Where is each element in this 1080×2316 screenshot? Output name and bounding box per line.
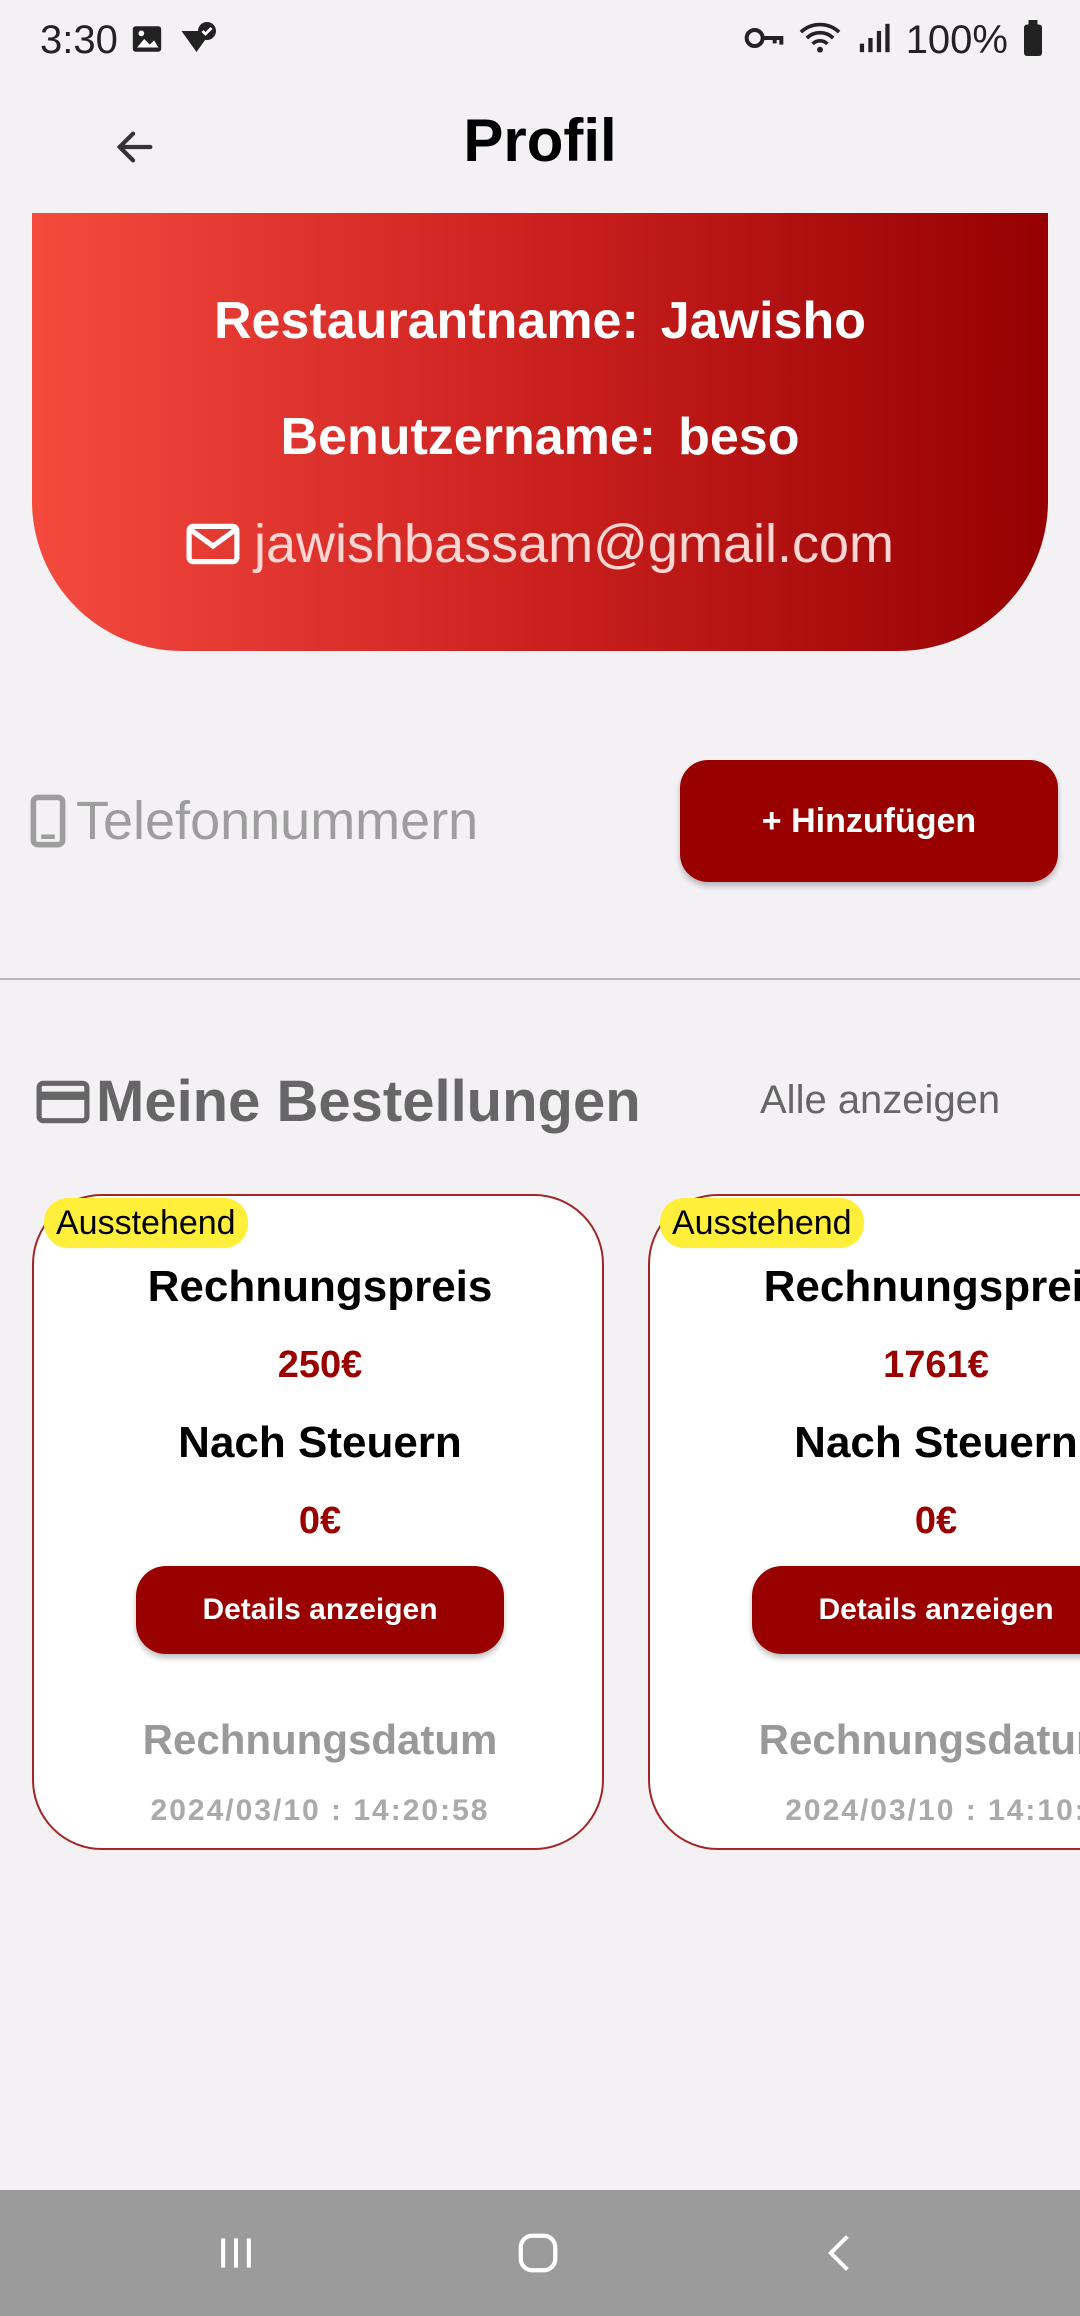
battery-percent: 100% xyxy=(905,18,1008,62)
details-button[interactable]: Details anzeigen xyxy=(752,1566,1080,1654)
system-back-button[interactable] xyxy=(790,2218,890,2288)
signal-icon xyxy=(856,21,892,60)
status-right-icons: 100% xyxy=(744,18,1044,63)
username-value: beso xyxy=(678,408,800,466)
recent-apps-button[interactable] xyxy=(186,2218,286,2288)
date-value: 2024/03/10 : 14:20:58 xyxy=(150,1794,490,1827)
phone-label-wrap: Telefonnummern xyxy=(30,790,478,852)
battery-icon xyxy=(1022,20,1044,61)
price-label: Rechnungspreis xyxy=(763,1262,1080,1311)
date-label: Rechnungsdatum xyxy=(142,1716,498,1763)
restaurant-row: Restaurantname: Jawisho xyxy=(32,291,1048,351)
username-row: Benutzername: beso xyxy=(32,407,1048,467)
chevron-left-icon xyxy=(827,2235,849,2271)
price-label: Rechnungspreis xyxy=(147,1262,493,1311)
after-tax-label: Nach Steuern xyxy=(178,1418,462,1467)
app-bar: Profil xyxy=(0,82,1080,212)
email-row: jawishbassam@gmail.com xyxy=(32,513,1048,575)
home-button[interactable] xyxy=(488,2218,588,2288)
order-card: Ausstehend Rechnungspreis 250€ Nach Steu… xyxy=(32,1194,604,1850)
restaurant-value: Jawisho xyxy=(660,292,866,350)
phone-icon xyxy=(30,794,66,848)
add-phone-button[interactable]: + Hinzufügen xyxy=(680,760,1058,882)
price-value: 250€ xyxy=(277,1344,363,1386)
profile-header-card: Restaurantname: Jawisho Benutzername: beso… xyxy=(32,213,1048,651)
after-tax-label: Nach Steuern xyxy=(794,1418,1078,1467)
email-text: jawishbassam@gmail.com xyxy=(253,514,894,574)
phone-section: Telefonnummern + Hinzufügen xyxy=(0,760,1080,890)
orders-header: Meine Bestellungen Alle anzeigen xyxy=(0,1058,1080,1148)
status-badge: Ausstehend xyxy=(44,1198,248,1248)
home-icon xyxy=(518,2233,558,2273)
view-all-link[interactable]: Alle anzeigen xyxy=(760,1078,1000,1123)
check-shield-icon xyxy=(178,22,218,63)
vpn-key-icon xyxy=(744,24,784,57)
gallery-icon xyxy=(130,22,164,63)
orders-title: Meine Bestellungen xyxy=(96,1069,641,1134)
wifi-icon xyxy=(798,20,842,61)
order-card: Ausstehend Rechnungspreis 1761€ Nach Ste… xyxy=(648,1194,1080,1850)
status-time: 3:30 xyxy=(40,18,118,62)
after-tax-value: 0€ xyxy=(298,1500,342,1542)
page-title: Profil xyxy=(463,107,617,174)
orders-title-wrap: Meine Bestellungen xyxy=(36,1068,641,1135)
orders-carousel[interactable]: Ausstehend Rechnungspreis 250€ Nach Steu… xyxy=(0,1194,1080,1854)
mail-icon xyxy=(186,523,240,565)
divider xyxy=(0,978,1080,980)
date-value: 2024/03/10 : 14:10: xyxy=(785,1794,1080,1827)
restaurant-label: Restaurantname: xyxy=(214,292,639,350)
details-button[interactable]: Details anzeigen xyxy=(136,1566,504,1654)
recent-apps-icon xyxy=(221,2238,251,2268)
status-bar: 3:30 100% xyxy=(0,0,1080,82)
after-tax-value: 0€ xyxy=(914,1500,958,1542)
phone-numbers-label: Telefonnummern xyxy=(76,791,479,851)
date-label: Rechnungsdatum xyxy=(758,1716,1080,1763)
credit-card-icon xyxy=(36,1080,90,1123)
status-badge: Ausstehend xyxy=(660,1198,864,1248)
price-value: 1761€ xyxy=(883,1344,989,1386)
status-left-icons xyxy=(130,22,218,63)
username-label: Benutzername: xyxy=(280,408,657,466)
system-nav-bar xyxy=(0,2190,1080,2316)
